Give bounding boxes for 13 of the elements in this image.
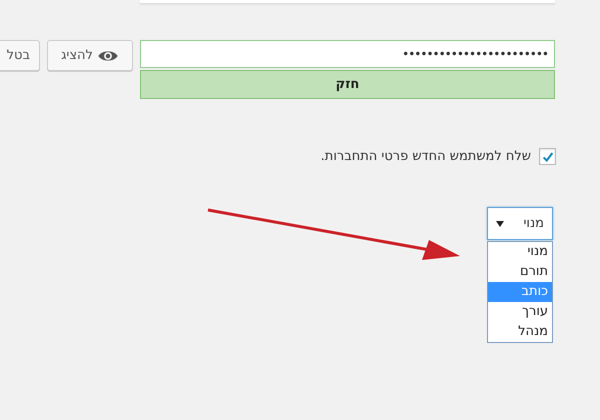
- dropdown-option[interactable]: עורך: [488, 302, 552, 322]
- dropdown-option[interactable]: מנוי: [488, 242, 552, 262]
- role-select[interactable]: מנוי: [487, 207, 553, 240]
- checkbox[interactable]: [539, 148, 556, 165]
- caret-icon: [496, 220, 504, 226]
- show-password-button[interactable]: להציג: [47, 40, 133, 71]
- password-field[interactable]: ••••••••••••••••••••••••: [140, 40, 555, 68]
- dropdown-option[interactable]: תורם: [488, 262, 552, 282]
- strength-indicator: חזק: [140, 70, 555, 99]
- eye-icon: [96, 48, 119, 62]
- checkbox-label: שלח למשתמש החדש פרטי התחברות.: [320, 149, 531, 164]
- cancel-button[interactable]: בטל: [0, 40, 40, 71]
- dropdown-option[interactable]: מנהל: [488, 322, 552, 342]
